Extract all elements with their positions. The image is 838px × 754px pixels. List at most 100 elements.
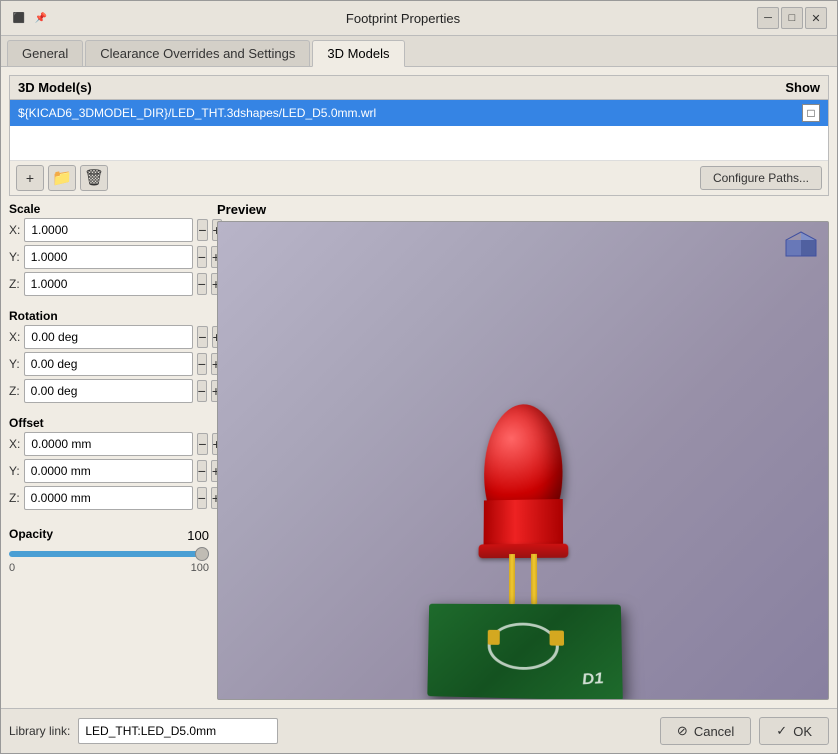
scale-y-minus-button[interactable]: − — [197, 246, 207, 268]
offset-x-minus-button[interactable]: − — [197, 433, 207, 455]
rotation-x-minus-button[interactable]: − — [197, 326, 207, 348]
tab-content: 3D Model(s) Show ${KICAD6_3DMODEL_DIR}/L… — [1, 67, 837, 708]
led-3d-model: D1 — [218, 222, 828, 699]
opacity-min-label: 0 — [9, 562, 15, 574]
rotation-z-label: Z: — [9, 384, 20, 398]
pcb-pad-left — [488, 630, 500, 645]
cancel-icon: ⊘ — [677, 723, 688, 739]
add-model-button[interactable]: + — [16, 165, 44, 191]
scale-z-input[interactable] — [24, 272, 193, 296]
view-cube[interactable] — [782, 230, 820, 271]
scale-y-input[interactable] — [24, 245, 193, 269]
rotation-x-input[interactable] — [24, 325, 193, 349]
pcb-pad-right — [550, 630, 565, 645]
scale-section: Scale X: − + Y: − + Z: — [9, 202, 209, 299]
pcb-designator: D1 — [581, 670, 604, 689]
model-show-checkbox[interactable]: □ — [802, 104, 820, 122]
tab-clearance[interactable]: Clearance Overrides and Settings — [85, 40, 310, 66]
tab-3dmodels[interactable]: 3D Models — [312, 40, 404, 67]
led-pin-cathode — [531, 554, 537, 605]
models-toolbar: + 📁 🗑 Configure Paths... — [10, 160, 828, 195]
scale-z-minus-button[interactable]: − — [197, 273, 207, 295]
led-pcb: D1 — [427, 604, 623, 700]
scale-x-row: X: − + — [9, 218, 209, 242]
tab-general[interactable]: General — [7, 40, 83, 66]
rotation-z-row: Z: − + — [9, 379, 209, 403]
ok-label: OK — [793, 724, 812, 739]
ok-button[interactable]: ✓ OK — [759, 717, 829, 745]
offset-x-label: X: — [9, 437, 20, 451]
offset-y-input[interactable] — [24, 459, 193, 483]
rotation-y-label: Y: — [9, 357, 20, 371]
offset-z-input[interactable] — [24, 486, 193, 510]
opacity-header: Opacity 100 — [9, 527, 209, 543]
rotation-z-input[interactable] — [24, 379, 193, 403]
window-title: Footprint Properties — [49, 11, 757, 26]
offset-x-input[interactable] — [24, 432, 193, 456]
title-bar: ⬛ 📌 Footprint Properties ─ □ ✕ — [1, 1, 837, 36]
scale-y-label: Y: — [9, 250, 20, 264]
models-header-label: 3D Model(s) — [18, 80, 92, 95]
opacity-labels: 0 100 — [9, 562, 209, 574]
footer-bar: Library link: ⊘ Cancel ✓ OK — [1, 708, 837, 753]
rotation-y-minus-button[interactable]: − — [197, 353, 207, 375]
led-scene: D1 — [412, 400, 639, 700]
configure-paths-button[interactable]: Configure Paths... — [700, 166, 822, 190]
cancel-label: Cancel — [694, 724, 734, 739]
opacity-slider[interactable] — [9, 551, 209, 557]
opacity-max-label: 100 — [191, 562, 209, 574]
offset-y-label: Y: — [9, 464, 20, 478]
led-cylinder — [483, 499, 563, 549]
scale-x-minus-button[interactable]: − — [197, 219, 207, 241]
offset-section: Offset X: − + Y: − + Z: — [9, 416, 209, 513]
rotation-y-row: Y: − + — [9, 352, 209, 376]
main-area: Scale X: − + Y: − + Z: — [9, 202, 829, 700]
preview-canvas[interactable]: D1 — [217, 221, 829, 700]
opacity-slider-container[interactable] — [9, 545, 209, 560]
offset-z-row: Z: − + — [9, 486, 209, 510]
models-header: 3D Model(s) Show — [10, 76, 828, 100]
offset-z-label: Z: — [9, 491, 20, 505]
rotation-z-minus-button[interactable]: − — [197, 380, 207, 402]
pin-icon: 📌 — [33, 10, 49, 26]
scale-z-label: Z: — [9, 277, 20, 291]
close-button[interactable]: ✕ — [805, 7, 827, 29]
title-controls: ─ □ ✕ — [757, 7, 827, 29]
main-window: ⬛ 📌 Footprint Properties ─ □ ✕ General C… — [0, 0, 838, 754]
library-link-input[interactable] — [78, 718, 278, 744]
scale-y-row: Y: − + — [9, 245, 209, 269]
maximize-button[interactable]: □ — [781, 7, 803, 29]
model-path-text: ${KICAD6_3DMODEL_DIR}/LED_THT.3dshapes/L… — [18, 106, 802, 120]
preview-area: Preview — [217, 202, 829, 700]
tabs-bar: General Clearance Overrides and Settings… — [1, 36, 837, 67]
left-panel: Scale X: − + Y: − + Z: — [9, 202, 209, 700]
led-pin-anode — [509, 554, 515, 604]
opacity-label: Opacity — [9, 527, 53, 541]
cancel-button[interactable]: ⊘ Cancel — [660, 717, 751, 745]
scale-z-row: Z: − + — [9, 272, 209, 296]
model-row[interactable]: ${KICAD6_3DMODEL_DIR}/LED_THT.3dshapes/L… — [10, 100, 828, 126]
offset-y-minus-button[interactable]: − — [197, 460, 207, 482]
preview-label: Preview — [217, 202, 829, 217]
ok-icon: ✓ — [776, 723, 787, 739]
title-bar-left: ⬛ 📌 — [11, 10, 49, 26]
models-list: ${KICAD6_3DMODEL_DIR}/LED_THT.3dshapes/L… — [10, 100, 828, 160]
minimize-button[interactable]: ─ — [757, 7, 779, 29]
show-column-label: Show — [785, 80, 820, 95]
rotation-x-label: X: — [9, 330, 20, 344]
opacity-value: 100 — [187, 528, 209, 543]
offset-z-minus-button[interactable]: − — [197, 487, 207, 509]
rotation-x-row: X: − + — [9, 325, 209, 349]
delete-model-button[interactable]: 🗑 — [80, 165, 108, 191]
scale-x-input[interactable] — [24, 218, 193, 242]
browse-model-button[interactable]: 📁 — [48, 165, 76, 191]
rotation-y-input[interactable] — [24, 352, 193, 376]
rotation-section: Rotation X: − + Y: − + Z: — [9, 309, 209, 406]
offset-y-row: Y: − + — [9, 459, 209, 483]
opacity-section: Opacity 100 0 100 — [9, 527, 209, 574]
scale-label: Scale — [9, 202, 209, 216]
rotation-label: Rotation — [9, 309, 209, 323]
models-panel: 3D Model(s) Show ${KICAD6_3DMODEL_DIR}/L… — [9, 75, 829, 196]
offset-x-row: X: − + — [9, 432, 209, 456]
scale-x-label: X: — [9, 223, 20, 237]
